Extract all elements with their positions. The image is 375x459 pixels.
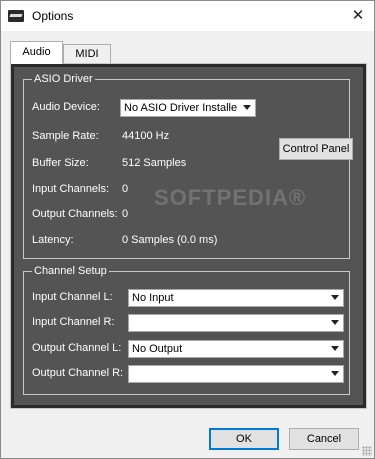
latency-value: 0 Samples (0.0 ms) <box>122 234 218 246</box>
chevron-down-icon <box>331 371 339 376</box>
channel-setup-group: Channel Setup Input Channel L: No Input … <box>23 264 350 395</box>
cancel-button[interactable]: Cancel <box>289 428 359 450</box>
output-channel-l-label: Output Channel L: <box>32 342 122 354</box>
latency-label: Latency: <box>32 234 74 246</box>
title-bar: Options ✕ <box>1 1 374 31</box>
input-channel-l-value: No Input <box>132 292 174 304</box>
tab-midi[interactable]: MIDI <box>63 44 111 65</box>
audio-tab-panel: ASIO Driver Audio Device: No ASIO Driver… <box>10 63 367 409</box>
output-channels-value: 0 <box>122 208 129 220</box>
sample-rate-label: Sample Rate: <box>32 130 99 142</box>
output-channel-l-dropdown[interactable]: No Output <box>128 340 344 358</box>
sample-rate-value: 44100 Hz <box>122 130 170 142</box>
options-dialog: Options ✕ Audio MIDI ASIO Driver Audio D… <box>0 0 375 459</box>
buffer-size-value: 512 Samples <box>122 157 187 169</box>
chevron-down-icon <box>331 320 339 325</box>
softpedia-watermark: SOFTPEDIA® <box>154 185 307 210</box>
output-channel-l-value: No Output <box>132 343 183 355</box>
input-channel-r-label: Input Channel R: <box>32 316 115 328</box>
window-title: Options <box>32 9 74 23</box>
input-channel-r-dropdown[interactable] <box>128 314 344 332</box>
audio-device-value: No ASIO Driver Installed <box>124 102 237 114</box>
audio-device-dropdown[interactable]: No ASIO Driver Installed <box>120 99 256 117</box>
buffer-size-label: Buffer Size: <box>32 157 89 169</box>
audio-device-label: Audio Device: <box>32 101 100 113</box>
resize-grip-icon[interactable] <box>362 446 372 456</box>
ok-button[interactable]: OK <box>209 428 279 450</box>
input-channel-l-dropdown[interactable]: No Input <box>128 289 344 307</box>
output-channel-r-dropdown[interactable] <box>128 365 344 383</box>
input-channel-l-label: Input Channel L: <box>32 291 113 303</box>
panel-inner: ASIO Driver Audio Device: No ASIO Driver… <box>14 67 363 405</box>
chevron-down-icon <box>331 295 339 300</box>
tab-audio[interactable]: Audio <box>10 41 63 64</box>
output-channels-label: Output Channels: <box>32 208 118 220</box>
chevron-down-icon <box>243 105 251 110</box>
input-channels-label: Input Channels: <box>32 183 110 195</box>
control-panel-button[interactable]: Control Panel <box>279 138 353 160</box>
channel-setup-legend: Channel Setup <box>32 264 109 278</box>
app-logo-icon <box>8 10 24 22</box>
output-channel-r-label: Output Channel R: <box>32 367 124 379</box>
asio-driver-legend: ASIO Driver <box>32 72 95 86</box>
asio-driver-group: ASIO Driver Audio Device: No ASIO Driver… <box>23 72 353 259</box>
chevron-down-icon <box>331 346 339 351</box>
close-icon[interactable]: ✕ <box>342 1 374 31</box>
input-channels-value: 0 <box>122 183 129 195</box>
